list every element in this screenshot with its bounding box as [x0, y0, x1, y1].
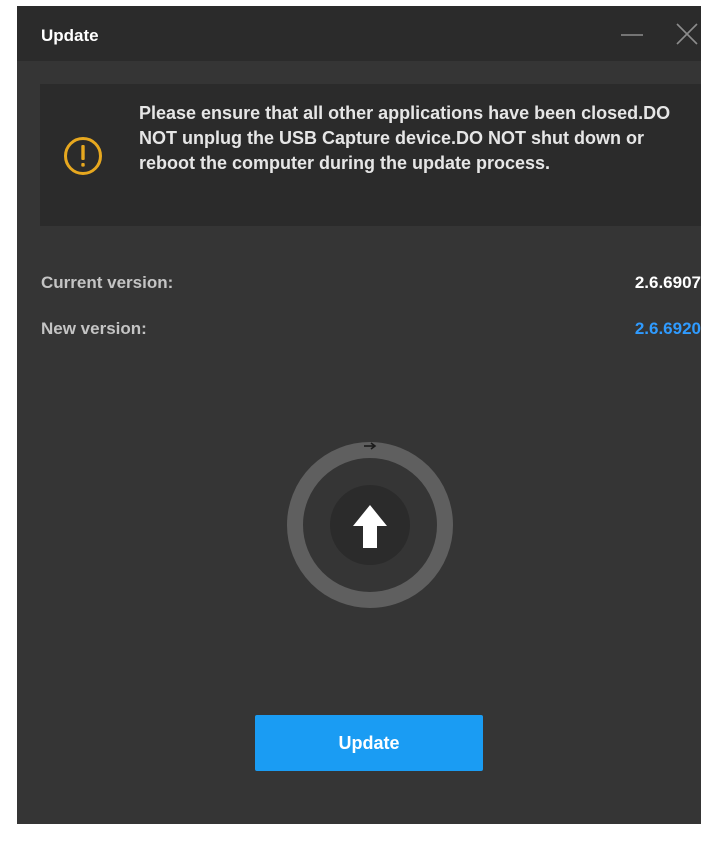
minimize-button[interactable] — [618, 20, 646, 48]
exclamation-circle-icon — [64, 137, 102, 175]
update-button[interactable]: Update — [255, 715, 483, 771]
minimize-icon — [621, 34, 643, 36]
new-version-label: New version: — [41, 319, 147, 338]
warning-banner: Please ensure that all other application… — [40, 84, 701, 226]
update-dialog: Update Please ensure that all other appl… — [17, 6, 701, 824]
window-title: Update — [41, 26, 99, 45]
current-version-value: 2.6.6907 — [634, 273, 701, 292]
close-button[interactable] — [673, 20, 701, 48]
warning-message: Please ensure that all other application… — [139, 103, 671, 173]
update-progress-ring — [287, 442, 453, 608]
close-icon — [676, 23, 698, 45]
new-version-value: 2.6.6920 — [634, 319, 701, 338]
title-bar[interactable]: Update — [17, 6, 701, 61]
current-version-label: Current version: — [41, 273, 174, 292]
